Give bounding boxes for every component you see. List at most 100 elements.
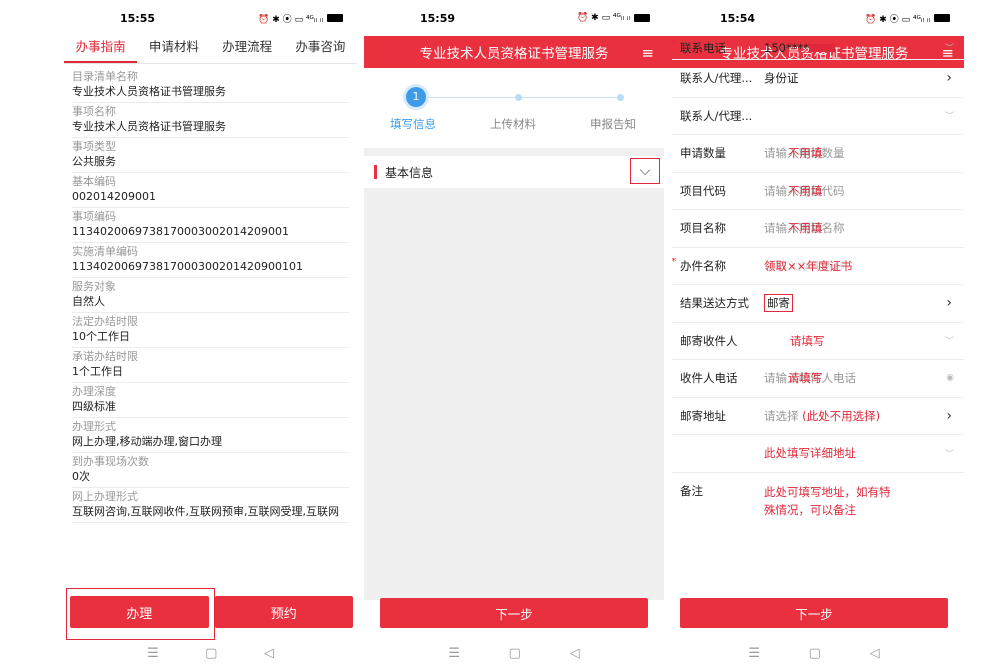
- info-row: 基本编码 002014209001: [72, 173, 349, 208]
- application-form: *联系电话 150**** ︶ 联系人/代理... 身份证 › 联系人/代理..…: [664, 40, 964, 531]
- field-label: 联系人/代理...: [680, 108, 753, 123]
- field-label: 申请数量: [680, 146, 726, 161]
- tab-materials[interactable]: 申请材料: [137, 36, 210, 63]
- phone-field[interactable]: 150****: [764, 41, 964, 55]
- info-label: 基本编码: [72, 175, 116, 188]
- home-nav-icon[interactable]: ▢: [809, 646, 821, 661]
- project-code-input[interactable]: 请输入项目代码 不用填: [764, 183, 964, 199]
- form-row-recipient[interactable]: 邮寄收件人 请填写 ︶: [672, 323, 964, 360]
- field-label: 邮寄收件人: [680, 333, 738, 348]
- case-name-input[interactable]: 请输入办件名称 领取××年度证书: [764, 258, 964, 274]
- info-row: 事项名称 专业技术人员资格证书管理服务: [72, 103, 349, 138]
- phone-field-value: 150****: [764, 40, 809, 55]
- status-bar: 15:59 ⏰ ✱ ▭ ⁴ᴳᵢₗ ᵢₗ: [364, 0, 664, 36]
- info-value: 网上办理,移动端办理,窗口办理: [72, 435, 222, 448]
- info-label: 到办事现场次数: [72, 455, 149, 468]
- battery-icon: [634, 14, 650, 22]
- quantity-input[interactable]: 请输入申请数量 不用填: [764, 145, 964, 161]
- next-button[interactable]: 下一步: [680, 598, 948, 628]
- battery-icon: [327, 14, 343, 22]
- form-row-delivery[interactable]: 结果送达方式 邮寄 ›: [672, 285, 964, 323]
- info-row: 承诺办结时限 1个工作日: [72, 348, 349, 383]
- form-row-address-detail[interactable]: 此处填写详细地址 ︶: [672, 435, 964, 473]
- eye-icon[interactable]: ◉: [946, 373, 954, 383]
- field-label: 项目名称: [680, 221, 726, 236]
- eye-closed-icon[interactable]: ︶: [945, 334, 954, 347]
- menu-icon[interactable]: ≡: [641, 44, 654, 62]
- back-nav-icon[interactable]: ◁: [264, 646, 274, 661]
- phone-guide-screen: 15:55 ⏰ ✱ ⦿ ▭ ⁴ᴳᵢₗ ᵢₗ 办事指南 申请材料 办理流程 办事咨…: [64, 0, 357, 668]
- remark-input[interactable]: 此处可填写地址，如有特殊情况，可以备注: [764, 483, 894, 519]
- eye-closed-icon[interactable]: ︶: [945, 447, 954, 460]
- eye-closed-icon[interactable]: ︶: [945, 109, 954, 122]
- info-value: 公共服务: [72, 155, 116, 168]
- recipient-input[interactable]: 请填写: [764, 333, 964, 349]
- annotation-note: (此处不用选择): [802, 408, 881, 423]
- phone-steps-screen: 15:59 ⏰ ✱ ▭ ⁴ᴳᵢₗ ᵢₗ 专业技术人员资格证书管理服务 ≡ 1 填…: [364, 0, 664, 668]
- form-row-project-name[interactable]: 项目名称 请输入项目名称 不用填: [672, 210, 964, 248]
- delivery-method-value: 邮寄: [764, 294, 793, 313]
- tab-consult[interactable]: 办事咨询: [284, 36, 357, 63]
- info-value: 002014209001: [72, 190, 156, 203]
- reserve-button[interactable]: 预约: [214, 596, 353, 628]
- info-value: 1个工作日: [72, 365, 123, 378]
- menu-nav-icon[interactable]: ☰: [448, 646, 460, 661]
- info-label: 办理形式: [72, 420, 116, 433]
- tab-process[interactable]: 办理流程: [211, 36, 284, 63]
- address-detail-input[interactable]: 此处填写详细地址: [764, 445, 964, 461]
- chevron-right-icon: ›: [946, 407, 952, 424]
- menu-nav-icon[interactable]: ☰: [147, 646, 159, 661]
- form-row-id-type[interactable]: 联系人/代理... 身份证 ›: [672, 60, 964, 98]
- form-row-quantity[interactable]: 申请数量 请输入申请数量 不用填: [672, 135, 964, 173]
- address-select[interactable]: 请选择 (此处不用选择): [764, 408, 964, 424]
- chevron-down-icon[interactable]: ⌵: [630, 158, 660, 184]
- form-row-case-name[interactable]: *办件名称 请输入办件名称领取××年度证书: [672, 248, 964, 285]
- form-row-id-number[interactable]: 联系人/代理... ︶: [672, 98, 964, 135]
- menu-nav-icon[interactable]: ☰: [748, 646, 760, 661]
- field-label: 结果送达方式: [680, 296, 749, 311]
- step-1-label: 填写信息: [390, 117, 436, 131]
- project-name-input[interactable]: 请输入项目名称 不用填: [764, 220, 964, 236]
- info-label: 事项名称: [72, 105, 116, 118]
- form-row-project-code[interactable]: 项目代码 请输入项目代码 不用填: [672, 173, 964, 210]
- form-row-phone[interactable]: *联系电话 150**** ︶: [672, 36, 964, 60]
- home-nav-icon[interactable]: ▢: [509, 646, 521, 661]
- field-label: *联系电话: [672, 40, 764, 56]
- info-label: 网上办理形式: [72, 490, 138, 503]
- annotation-note: 领取××年度证书: [764, 258, 853, 273]
- redaction-mark: [808, 44, 835, 52]
- status-bar: 15:54 ⏰ ✱ ⦿ ▭ ⁴ᴳᵢₗ ᵢₗ: [664, 0, 964, 36]
- info-label: 实施清单编码: [72, 245, 138, 258]
- id-type-value: 身份证: [764, 71, 799, 86]
- info-label: 事项编码: [72, 210, 116, 223]
- info-row: 法定办结时限 10个工作日: [72, 313, 349, 348]
- recipient-phone-input[interactable]: 请输入收件人电话 请填写: [764, 370, 964, 386]
- form-row-recipient-phone[interactable]: 收件人电话 请输入收件人电话 请填写 ◉: [672, 360, 964, 398]
- step-2-dot: [515, 94, 522, 101]
- highlight-box: [66, 588, 215, 640]
- status-icon-glyphs: ⏰ ✱ ⦿ ▭ ⁴ᴳᵢₗ ᵢₗ: [865, 14, 930, 25]
- page-title: 专业技术人员资格证书管理服务: [419, 46, 609, 62]
- basic-info-section[interactable]: 基本信息 ⌵: [364, 156, 664, 188]
- form-row-remark[interactable]: 备注 此处可填写地址，如有特殊情况，可以备注: [672, 473, 964, 531]
- info-row: 服务对象 自然人: [72, 278, 349, 313]
- info-value: 互联网咨询,互联网收件,互联网预审,互联网受理,互联网: [72, 505, 339, 518]
- info-label: 法定办结时限: [72, 315, 138, 328]
- info-value: 1134020069738170003002014209​00101: [72, 260, 303, 273]
- info-label: 服务对象: [72, 280, 116, 293]
- info-label: 事项类型: [72, 140, 116, 153]
- status-time: 15:59: [420, 11, 456, 25]
- tab-guide[interactable]: 办事指南: [64, 36, 138, 63]
- form-row-address[interactable]: 邮寄地址 请选择 (此处不用选择) ›: [672, 398, 964, 435]
- home-nav-icon[interactable]: ▢: [205, 646, 217, 661]
- info-value: 11340200697381700030020142090​01: [72, 225, 289, 238]
- step-3-label: 申报告知: [590, 117, 636, 131]
- field-label: 邮寄地址: [680, 408, 726, 423]
- eye-closed-icon[interactable]: ︶: [945, 41, 954, 54]
- next-button[interactable]: 下一步: [380, 598, 648, 628]
- back-nav-icon[interactable]: ◁: [870, 646, 880, 661]
- delivery-method[interactable]: 邮寄: [764, 294, 964, 313]
- back-nav-icon[interactable]: ◁: [570, 646, 580, 661]
- status-time: 15:54: [720, 11, 756, 25]
- system-nav-bar: ☰ ▢ ◁: [664, 638, 964, 668]
